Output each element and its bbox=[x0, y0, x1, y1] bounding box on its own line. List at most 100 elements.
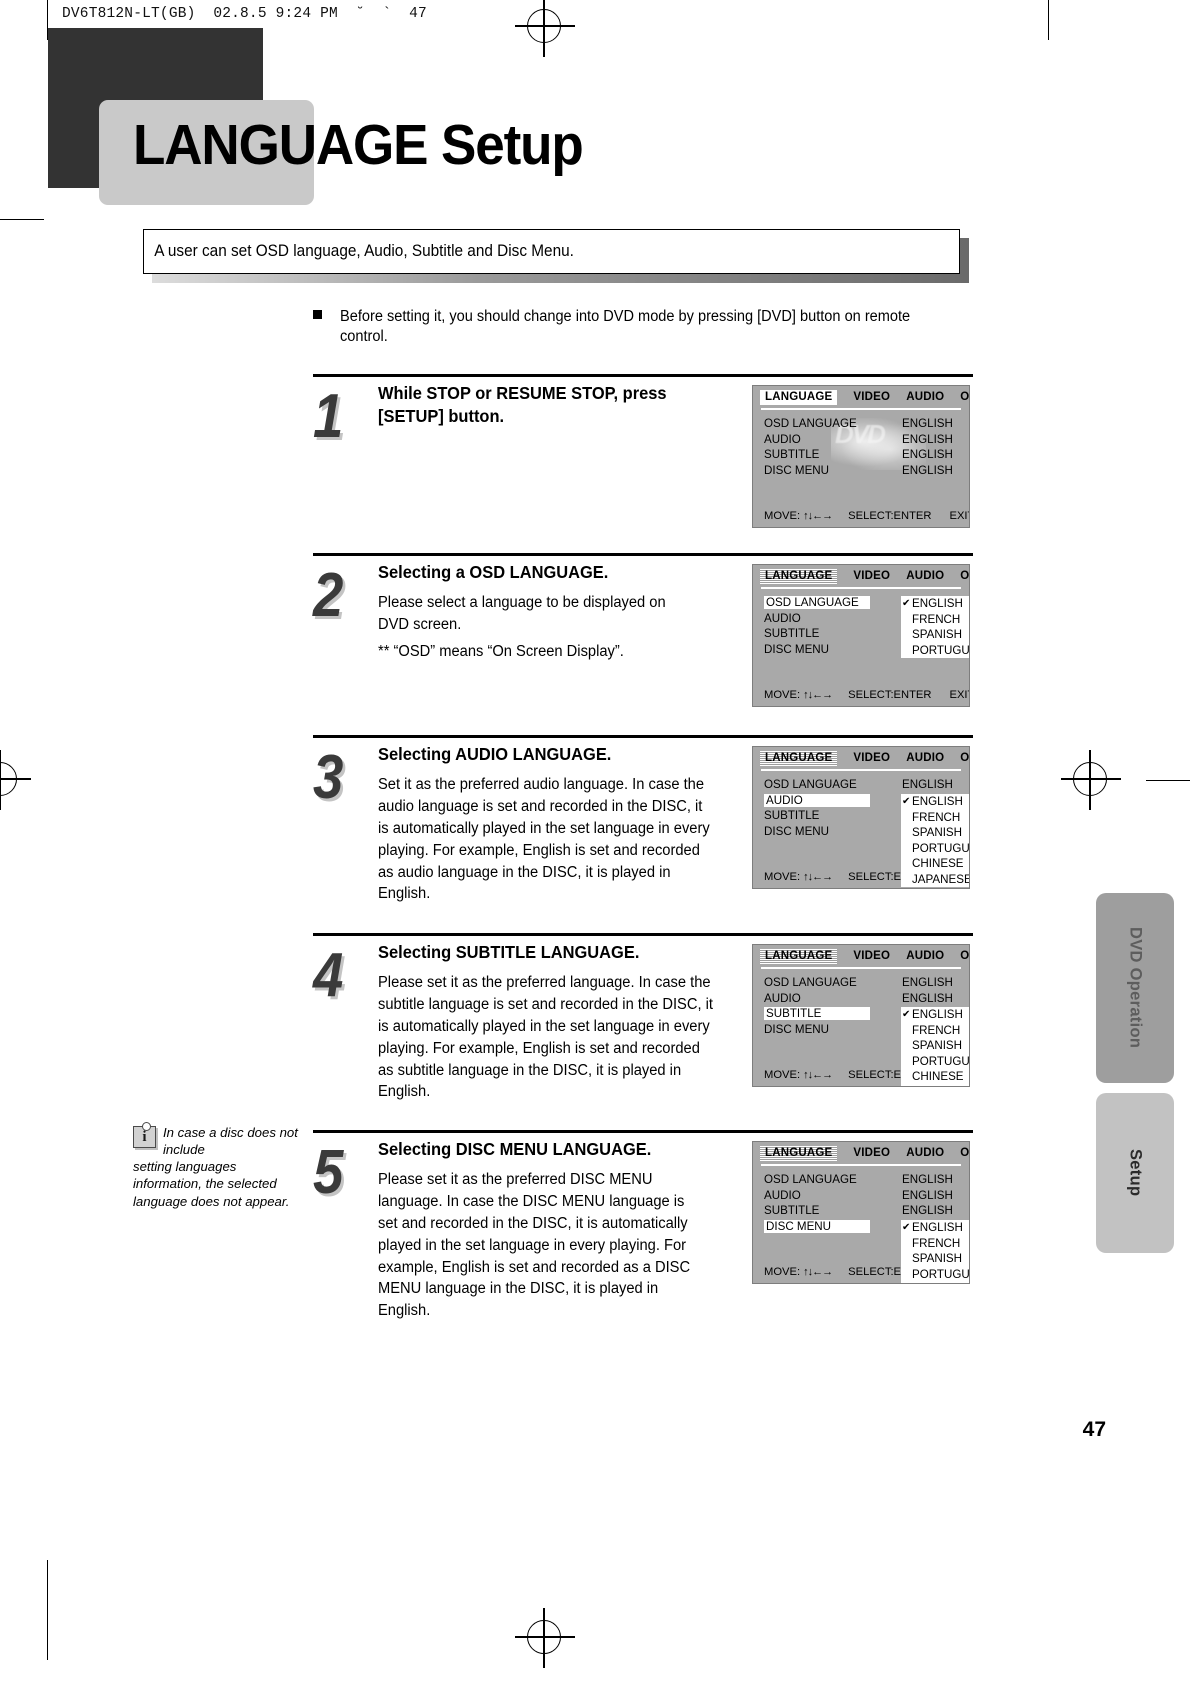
osd-tab-language-3[interactable]: LANGUAGE bbox=[760, 750, 838, 766]
dropdown-item-chinese[interactable]: CHINESE bbox=[903, 1069, 969, 1085]
osd-tab-audio-1[interactable]: AUDIO bbox=[906, 391, 944, 403]
side-tab-dvd-operation[interactable]: DVD Operation bbox=[1096, 893, 1174, 1083]
osd-tab-others-1[interactable]: OTHERS bbox=[960, 391, 969, 403]
info-note-rest: setting languages information, the selec… bbox=[133, 1159, 290, 1209]
osd-row-value: ENGLISH bbox=[902, 417, 953, 430]
step-title-3: Selecting AUDIO LANGUAGE. bbox=[378, 744, 612, 764]
step-number-5: 5 bbox=[313, 1138, 344, 1207]
step-body-4: Please set it as the preferred language.… bbox=[378, 972, 714, 1108]
dropdown-item-english[interactable]: ENGLISH bbox=[902, 794, 969, 810]
osd-foot-move-5: MOVE: ↑↓←→ bbox=[764, 1266, 833, 1278]
step-divider-4 bbox=[313, 933, 973, 936]
dropdown-item-french[interactable]: FRENCH bbox=[903, 810, 969, 826]
osd-language-dropdown-3[interactable]: ENGLISH FRENCH SPANISH PORTUGUESE CHINES… bbox=[901, 794, 969, 888]
osd-screen-3: LANGUAGE VIDEO AUDIO OTHERS OSD LANGUAGE… bbox=[752, 746, 970, 889]
osd-row-label: OSD LANGUAGE bbox=[764, 976, 857, 989]
crop-mark-top-right-v bbox=[1048, 0, 1050, 40]
dropdown-item-japanese[interactable]: JAPANESE↓ bbox=[903, 1085, 969, 1087]
osd-tab-audio-3[interactable]: AUDIO bbox=[906, 752, 944, 764]
registration-mark-left bbox=[0, 750, 31, 810]
osd-foot-arrows-icon: ↑↓←→ bbox=[803, 689, 833, 701]
osd-row-osd-language-4[interactable]: OSD LANGUAGE ENGLISH bbox=[764, 976, 969, 992]
osd-tab-language-2[interactable]: LANGUAGE bbox=[760, 568, 838, 584]
osd-row-value: ENGLISH bbox=[902, 432, 953, 446]
dropdown-item-japanese[interactable]: JAPANESE↓ bbox=[903, 872, 969, 888]
dropdown-item-french[interactable]: FRENCH bbox=[903, 1023, 969, 1039]
osd-row-audio-1[interactable]: AUDIO ENGLISH bbox=[764, 433, 969, 449]
osd-tab-video-3[interactable]: VIDEO bbox=[853, 752, 890, 764]
osd-foot-exit-2: EXIT:SETUP bbox=[949, 689, 969, 701]
dropdown-item-portuguese[interactable]: PORTUGUESE bbox=[903, 643, 969, 659]
step-body-3: Set it as the preferred audio language. … bbox=[378, 774, 714, 910]
osd-language-dropdown-4[interactable]: ENGLISH FRENCH SPANISH PORTUGUESE CHINES… bbox=[901, 1007, 969, 1087]
dropdown-item-english[interactable]: ENGLISH bbox=[902, 1007, 969, 1023]
osd-row-osd-language-5[interactable]: OSD LANGUAGE ENGLISH bbox=[764, 1173, 969, 1189]
osd-tab-audio-5[interactable]: AUDIO bbox=[906, 1147, 944, 1159]
osd-tab-language-1[interactable]: LANGUAGE bbox=[760, 389, 838, 405]
osd-row-audio-4[interactable]: AUDIO ENGLISH bbox=[764, 992, 969, 1008]
dropdown-item-portuguese[interactable]: PORTUGUESE bbox=[903, 841, 969, 857]
osd-tab-others-3[interactable]: OTHERS bbox=[960, 752, 969, 764]
side-tab-setup[interactable]: Setup bbox=[1096, 1093, 1174, 1253]
dropdown-item-french[interactable]: FRENCH bbox=[903, 612, 969, 628]
osd-foot-move-label: MOVE: bbox=[764, 1266, 801, 1278]
dropdown-item-english[interactable]: ENGLISH bbox=[902, 1220, 969, 1236]
osd-language-dropdown-2[interactable]: ENGLISH FRENCH SPANISH PORTUGUESE bbox=[901, 596, 969, 659]
osd-tab-language-5[interactable]: LANGUAGE bbox=[760, 1145, 838, 1161]
dropdown-item-french[interactable]: FRENCH bbox=[903, 1236, 969, 1252]
step-number-3: 3 bbox=[313, 743, 344, 812]
dropdown-item-chinese[interactable]: CHINESE bbox=[903, 1282, 969, 1283]
osd-language-dropdown-5[interactable]: ENGLISH FRENCH SPANISH PORTUGUESE CHINES… bbox=[901, 1220, 969, 1283]
dropdown-item-portuguese[interactable]: PORTUGUESE bbox=[903, 1267, 969, 1283]
osd-tab-video-5[interactable]: VIDEO bbox=[853, 1147, 890, 1159]
osd-row-value: ENGLISH bbox=[902, 1188, 953, 1202]
osd-tab-audio-4[interactable]: AUDIO bbox=[906, 950, 944, 962]
osd-tab-others-2[interactable]: OTHERS bbox=[960, 570, 969, 582]
osd-tabbar-4: LANGUAGE VIDEO AUDIO OTHERS bbox=[753, 945, 969, 967]
step-title-1: While STOP or RESUME STOP, press [SETUP]… bbox=[378, 383, 667, 426]
osd-row-osd-language-3[interactable]: OSD LANGUAGE ENGLISH bbox=[764, 778, 969, 794]
dropdown-item-portuguese[interactable]: PORTUGUESE bbox=[903, 1054, 969, 1070]
dropdown-item-english[interactable]: ENGLISH bbox=[902, 596, 969, 612]
osd-row-subtitle-1[interactable]: SUBTITLE ENGLISH bbox=[764, 448, 969, 464]
osd-tab-others-4[interactable]: OTHERS bbox=[960, 950, 969, 962]
osd-row-osd-language-1[interactable]: OSD LANGUAGE ENGLISH bbox=[764, 417, 969, 433]
osd-foot-select-2: SELECT:ENTER bbox=[848, 689, 932, 701]
osd-row-subtitle-5[interactable]: SUBTITLE ENGLISH bbox=[764, 1204, 969, 1220]
dropdown-item-spanish[interactable]: SPANISH bbox=[903, 1038, 969, 1054]
osd-screen-2: LANGUAGE VIDEO AUDIO OTHERS OSD LANGUAGE… bbox=[752, 564, 970, 707]
osd-row-disc-menu-1[interactable]: DISC MENU ENGLISH bbox=[764, 464, 969, 480]
osd-tab-audio-2[interactable]: AUDIO bbox=[906, 570, 944, 582]
osd-screen-5: LANGUAGE VIDEO AUDIO OTHERS OSD LANGUAGE… bbox=[752, 1141, 970, 1284]
info-note-line1: In case a disc bbox=[163, 1125, 244, 1140]
step-title-4: Selecting SUBTITLE LANGUAGE. bbox=[378, 942, 640, 962]
dropdown-item-spanish[interactable]: SPANISH bbox=[903, 627, 969, 643]
osd-body-5: OSD LANGUAGE ENGLISH AUDIO ENGLISH SUBTI… bbox=[753, 1166, 969, 1283]
intro-callout-text: A user can set OSD language, Audio, Subt… bbox=[154, 242, 574, 260]
osd-tab-others-5[interactable]: OTHERS bbox=[960, 1147, 969, 1159]
step-body-line: Set it as the preferred audio language. … bbox=[378, 776, 710, 903]
dropdown-item-spanish[interactable]: SPANISH bbox=[903, 1251, 969, 1267]
osd-tab-video-2[interactable]: VIDEO bbox=[853, 570, 890, 582]
dropdown-item-chinese[interactable]: CHINESE bbox=[903, 856, 969, 872]
osd-row-label: DISC MENU bbox=[764, 824, 830, 838]
page-number: 47 bbox=[1082, 1418, 1106, 1441]
osd-foot-select-1: SELECT:ENTER bbox=[848, 510, 932, 522]
osd-tab-video-1[interactable]: VIDEO bbox=[853, 391, 890, 403]
osd-row-value: ENGLISH bbox=[902, 448, 953, 461]
osd-foot-move-3: MOVE: ↑↓←→ bbox=[764, 871, 833, 883]
osd-footer-1: MOVE: ↑↓←→ SELECT:ENTER EXIT:SETUP bbox=[753, 505, 969, 527]
osd-screen-4: LANGUAGE VIDEO AUDIO OTHERS OSD LANGUAGE… bbox=[752, 944, 970, 1087]
osd-tab-video-4[interactable]: VIDEO bbox=[853, 950, 890, 962]
osd-row-audio-5[interactable]: AUDIO ENGLISH bbox=[764, 1189, 969, 1205]
osd-row-label: AUDIO bbox=[764, 793, 870, 807]
osd-row-label: SUBTITLE bbox=[764, 1007, 870, 1020]
dropdown-item-spanish[interactable]: SPANISH bbox=[903, 825, 969, 841]
osd-foot-move-2: MOVE: ↑↓←→ bbox=[764, 689, 833, 701]
step-body-2: Please select a language to be displayed… bbox=[378, 592, 693, 668]
osd-rows-1: OSD LANGUAGE ENGLISH AUDIO ENGLISH SUBTI… bbox=[753, 417, 969, 479]
osd-tab-language-4[interactable]: LANGUAGE bbox=[760, 948, 838, 964]
step-divider-5 bbox=[313, 1130, 973, 1133]
registration-mark-top bbox=[515, 0, 575, 57]
step-body-5: Please set it as the preferred DISC MENU… bbox=[378, 1169, 693, 1327]
